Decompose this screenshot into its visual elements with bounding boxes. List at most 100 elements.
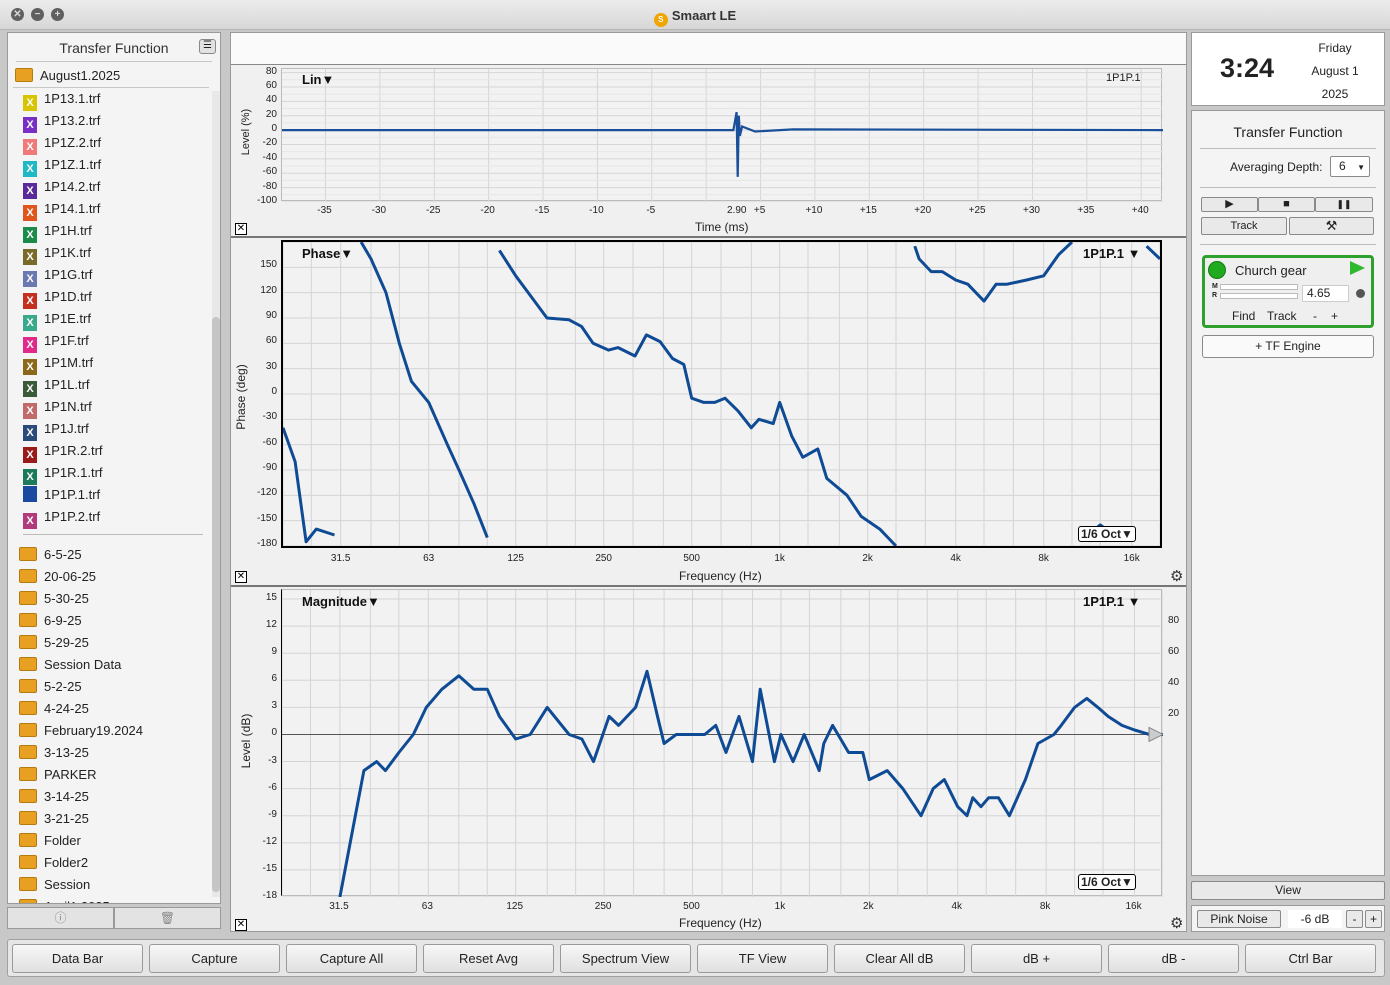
delete-button[interactable]: 🗑 xyxy=(114,907,221,929)
impulse-plot-type-selector[interactable]: Lin▼ xyxy=(302,72,334,87)
folder-icon xyxy=(19,855,37,869)
magnitude-plot-type-selector[interactable]: Magnitude▼ xyxy=(302,594,380,609)
folder-item[interactable]: PARKER xyxy=(19,764,97,786)
file-browser-menu-icon[interactable]: ☰ xyxy=(199,39,216,54)
spectrum-view-button[interactable]: Spectrum View xyxy=(560,944,691,973)
file-item[interactable]: X 1P13.1.trf xyxy=(23,88,100,111)
folder-item[interactable]: 6-5-25 xyxy=(19,544,82,566)
scrollbar-thumb[interactable] xyxy=(212,317,220,892)
file-item[interactable]: X 1P1P.2.trf xyxy=(23,506,100,529)
tree-root-folder[interactable]: August1.2025 xyxy=(15,65,120,87)
phase-settings-gear-icon[interactable]: ⚙ xyxy=(1170,567,1183,585)
x-tick-label: -20 xyxy=(480,205,495,216)
phase-smoothing-selector[interactable]: 1/6 Oct▼ xyxy=(1078,526,1136,542)
noise-level-plus-button[interactable]: + xyxy=(1365,910,1382,928)
folder-item[interactable]: 5-29-25 xyxy=(19,632,89,654)
folder-item[interactable]: April1.2025 xyxy=(19,896,110,903)
file-item[interactable]: X 1P1R.1.trf xyxy=(23,462,103,485)
file-item[interactable]: X 1P1D.trf xyxy=(23,286,92,309)
folder-item[interactable]: 5-2-25 xyxy=(19,676,82,698)
magnitude-smoothing-selector[interactable]: 1/6 Oct▼ xyxy=(1078,874,1136,890)
tf-engine-card[interactable]: Church gear M R 4.65 Find Track - + xyxy=(1202,255,1374,328)
magnitude-settings-gear-icon[interactable]: ⚙ xyxy=(1170,914,1183,932)
impulse-plot[interactable] xyxy=(281,68,1163,202)
file-item[interactable]: X 1P1E.trf xyxy=(23,308,91,331)
folder-icon xyxy=(19,833,37,847)
averaging-depth-select[interactable]: 6 ▼ xyxy=(1330,156,1370,177)
file-item[interactable]: X 1P13.2.trf xyxy=(23,110,100,133)
tf-view-button[interactable]: TF View xyxy=(697,944,828,973)
folder-item[interactable]: 6-9-25 xyxy=(19,610,82,632)
info-button[interactable]: ⓘ xyxy=(7,907,114,929)
file-item[interactable]: X 1P1L.trf xyxy=(23,374,90,397)
file-item[interactable]: X 1P14.2.trf xyxy=(23,176,100,199)
folder-item[interactable]: Session xyxy=(19,874,90,896)
noise-level-minus-button[interactable]: - xyxy=(1346,910,1363,928)
file-item[interactable]: X 1P1K.trf xyxy=(23,242,91,265)
y-tick-label: 150 xyxy=(260,259,277,271)
engine-track-button[interactable]: Track xyxy=(1267,309,1297,323)
folder-item[interactable]: Session Data xyxy=(19,654,121,676)
magnitude-trace-selector[interactable]: 1P1P.1 ▼ xyxy=(1083,594,1140,609)
folder-item[interactable]: 20-06-25 xyxy=(19,566,96,588)
engine-run-icon[interactable] xyxy=(1350,261,1365,275)
data-bar-button[interactable]: Data Bar xyxy=(12,944,143,973)
phase-plot[interactable] xyxy=(281,240,1162,548)
delay-minus-button[interactable]: - xyxy=(1313,309,1317,323)
folder-item[interactable]: 4-24-25 xyxy=(19,698,89,720)
folder-item[interactable]: 3-13-25 xyxy=(19,742,89,764)
reset-avg-button[interactable]: Reset Avg xyxy=(423,944,554,973)
ctrl-bar-button[interactable]: Ctrl Bar xyxy=(1245,944,1376,973)
folder-item[interactable]: February19.2024 xyxy=(19,720,143,742)
view-button[interactable]: View xyxy=(1191,881,1385,900)
x-tick-label: 16k xyxy=(1123,553,1140,564)
db-minus-button[interactable]: dB - xyxy=(1108,944,1239,973)
close-impulse-plot-button[interactable]: ✕ xyxy=(235,223,247,235)
clear-all-db-button[interactable]: Clear All dB xyxy=(834,944,965,973)
file-item[interactable]: X 1P1J.trf xyxy=(23,418,89,441)
play-button[interactable]: ▶ xyxy=(1201,197,1258,212)
find-button[interactable]: Find xyxy=(1232,309,1255,323)
impulse-x-axis-label: Time (ms) xyxy=(695,220,749,234)
folder-item[interactable]: Folder xyxy=(19,830,81,852)
folder-item[interactable]: Folder2 xyxy=(19,852,88,874)
phase-trace-selector[interactable]: 1P1P.1 ▼ xyxy=(1083,246,1140,261)
folder-item[interactable]: 5-30-25 xyxy=(19,588,89,610)
file-name: 1P1L.trf xyxy=(44,377,90,392)
close-phase-plot-button[interactable]: ✕ xyxy=(235,571,247,583)
track-button[interactable]: Track xyxy=(1201,217,1287,235)
capture-all-button[interactable]: Capture All xyxy=(286,944,417,973)
delay-value-field[interactable]: 4.65 xyxy=(1302,285,1349,302)
pause-button[interactable]: ❚❚ xyxy=(1315,197,1373,212)
file-item[interactable]: X 1P1H.trf xyxy=(23,220,92,243)
db-plus-button[interactable]: dB + xyxy=(971,944,1102,973)
folder-item[interactable]: 3-14-25 xyxy=(19,786,89,808)
file-item[interactable]: X 1P1Z.2.trf xyxy=(23,132,101,155)
folder-item[interactable]: 3-21-25 xyxy=(19,808,89,830)
magnitude-plot[interactable] xyxy=(281,589,1163,897)
file-item[interactable]: 1P1P.1.trf xyxy=(23,484,100,506)
file-browser-scrollbar[interactable] xyxy=(212,91,220,897)
tools-button[interactable]: ⚒ xyxy=(1289,217,1374,235)
file-item[interactable]: X 1P1M.trf xyxy=(23,352,93,375)
y-tick-label: 60 xyxy=(265,79,277,91)
file-item[interactable]: X 1P14.1.trf xyxy=(23,198,100,221)
stop-button[interactable]: ■ xyxy=(1258,197,1315,212)
pink-noise-button[interactable]: Pink Noise xyxy=(1197,910,1281,928)
file-item[interactable]: X 1P1N.trf xyxy=(23,396,92,419)
file-item[interactable]: X 1P1G.trf xyxy=(23,264,92,287)
delay-plus-button[interactable]: + xyxy=(1331,309,1338,323)
close-magnitude-plot-button[interactable]: ✕ xyxy=(235,919,247,931)
capture-button[interactable]: Capture xyxy=(149,944,280,973)
engine-status-indicator[interactable] xyxy=(1208,261,1226,279)
file-item[interactable]: X 1P1R.2.trf xyxy=(23,440,103,463)
add-tf-engine-button[interactable]: + TF Engine xyxy=(1202,335,1374,358)
file-item[interactable]: X 1P1F.trf xyxy=(23,330,89,353)
trf-file-icon: X xyxy=(23,293,37,309)
noise-level-field[interactable]: -6 dB xyxy=(1288,910,1342,928)
phase-plot-type-selector[interactable]: Phase▼ xyxy=(302,246,353,261)
y-tick-label: -15 xyxy=(262,862,277,874)
file-item[interactable]: X 1P1Z.1.trf xyxy=(23,154,101,177)
folder-icon xyxy=(19,679,37,693)
x-tick-label: 63 xyxy=(421,901,433,912)
